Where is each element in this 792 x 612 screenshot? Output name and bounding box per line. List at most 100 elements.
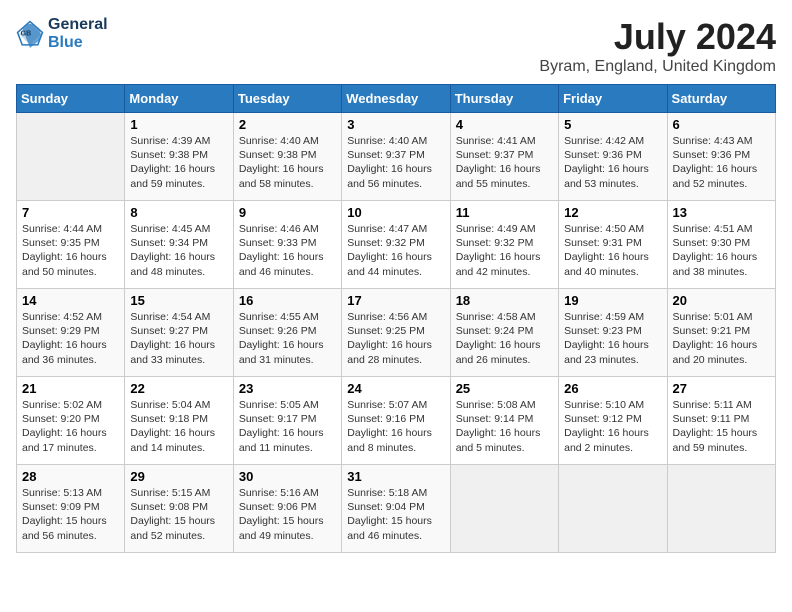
- day-number: 7: [22, 205, 119, 220]
- calendar-cell: 22Sunrise: 5:04 AMSunset: 9:18 PMDayligh…: [125, 377, 233, 465]
- month-year-title: July 2024: [539, 16, 776, 58]
- day-number: 9: [239, 205, 336, 220]
- day-number: 19: [564, 293, 661, 308]
- day-info: Sunrise: 5:13 AMSunset: 9:09 PMDaylight:…: [22, 486, 119, 543]
- calendar-cell: 13 Sunrise: 4:51 AMSunset: 9:30 PMDayligh…: [667, 201, 775, 289]
- calendar-cell: 21 Sunrise: 5:02 AMSunset: 9:20 PMDayligh…: [17, 377, 125, 465]
- calendar-cell: 15Sunrise: 4:54 AMSunset: 9:27 PMDayligh…: [125, 289, 233, 377]
- day-info: Sunrise: 5:07 AMSunset: 9:16 PMDaylight:…: [347, 398, 444, 455]
- calendar-cell: 16Sunrise: 4:55 AMSunset: 9:26 PMDayligh…: [233, 289, 341, 377]
- day-info: Sunrise: 4:52 AMSunset: 9:29 PMDaylight:…: [22, 310, 119, 367]
- day-number: 21: [22, 381, 119, 396]
- page-header: GB General Blue July 2024 Byram, England…: [16, 16, 776, 76]
- calendar-header: SundayMondayTuesdayWednesdayThursdayFrid…: [17, 85, 776, 113]
- weekday-header-saturday: Saturday: [667, 85, 775, 113]
- logo-icon: GB: [16, 20, 44, 48]
- day-number: 3: [347, 117, 444, 132]
- day-number: 22: [130, 381, 227, 396]
- day-info: Sunrise: 4:43 AMSunset: 9:36 PMDaylight:…: [673, 134, 770, 191]
- day-number: 26: [564, 381, 661, 396]
- day-number: 14: [22, 293, 119, 308]
- day-number: 18: [456, 293, 553, 308]
- day-number: 12: [564, 205, 661, 220]
- calendar-cell: 17Sunrise: 4:56 AMSunset: 9:25 PMDayligh…: [342, 289, 450, 377]
- day-info: Sunrise: 4:45 AMSunset: 9:34 PMDaylight:…: [130, 222, 227, 279]
- calendar-cell: 31 Sunrise: 5:18 AMSunset: 9:04 PMDayligh…: [342, 465, 450, 553]
- day-number: 8: [130, 205, 227, 220]
- day-info: Sunrise: 4:39 AMSunset: 9:38 PMDaylight:…: [130, 134, 227, 191]
- calendar-cell: 8 Sunrise: 4:45 AMSunset: 9:34 PMDaylight…: [125, 201, 233, 289]
- calendar-cell: 2Sunrise: 4:40 AMSunset: 9:38 PMDaylight…: [233, 113, 341, 201]
- day-info: Sunrise: 4:51 AMSunset: 9:30 PMDaylight:…: [673, 222, 770, 279]
- day-info: Sunrise: 4:41 AMSunset: 9:37 PMDaylight:…: [456, 134, 553, 191]
- calendar-cell: 29 Sunrise: 5:15 AMSunset: 9:08 PMDayligh…: [125, 465, 233, 553]
- day-number: 4: [456, 117, 553, 132]
- day-number: 15: [130, 293, 227, 308]
- day-info: Sunrise: 4:40 AMSunset: 9:37 PMDaylight:…: [347, 134, 444, 191]
- day-info: Sunrise: 5:18 AMSunset: 9:04 PMDaylight:…: [347, 486, 444, 543]
- day-info: Sunrise: 4:47 AMSunset: 9:32 PMDaylight:…: [347, 222, 444, 279]
- calendar-cell: 11Sunrise: 4:49 AMSunset: 9:32 PMDayligh…: [450, 201, 558, 289]
- day-info: Sunrise: 4:59 AMSunset: 9:23 PMDaylight:…: [564, 310, 661, 367]
- day-number: 2: [239, 117, 336, 132]
- day-number: 11: [456, 205, 553, 220]
- logo: GB General Blue: [16, 16, 108, 52]
- day-number: 24: [347, 381, 444, 396]
- calendar-cell: 10 Sunrise: 4:47 AMSunset: 9:32 PMDayligh…: [342, 201, 450, 289]
- location-subtitle: Byram, England, United Kingdom: [539, 58, 776, 76]
- day-number: 10: [347, 205, 444, 220]
- day-number: 1: [130, 117, 227, 132]
- calendar-cell: 4 Sunrise: 4:41 AMSunset: 9:37 PMDaylight…: [450, 113, 558, 201]
- day-number: 20: [673, 293, 770, 308]
- calendar-cell: 30 Sunrise: 5:16 AMSunset: 9:06 PMDayligh…: [233, 465, 341, 553]
- calendar-cell: [667, 465, 775, 553]
- day-number: 6: [673, 117, 770, 132]
- calendar-cell: [450, 465, 558, 553]
- day-number: 27: [673, 381, 770, 396]
- day-info: Sunrise: 4:44 AMSunset: 9:35 PMDaylight:…: [22, 222, 119, 279]
- day-number: 29: [130, 469, 227, 484]
- day-info: Sunrise: 5:15 AMSunset: 9:08 PMDaylight:…: [130, 486, 227, 543]
- day-info: Sunrise: 4:46 AMSunset: 9:33 PMDaylight:…: [239, 222, 336, 279]
- day-info: Sunrise: 5:02 AMSunset: 9:20 PMDaylight:…: [22, 398, 119, 455]
- day-info: Sunrise: 5:08 AMSunset: 9:14 PMDaylight:…: [456, 398, 553, 455]
- day-number: 25: [456, 381, 553, 396]
- svg-text:GB: GB: [21, 31, 32, 38]
- calendar-cell: 20 Sunrise: 5:01 AMSunset: 9:21 PMDayligh…: [667, 289, 775, 377]
- day-number: 13: [673, 205, 770, 220]
- calendar-cell: 23 Sunrise: 5:05 AMSunset: 9:17 PMDayligh…: [233, 377, 341, 465]
- weekday-header-sunday: Sunday: [17, 85, 125, 113]
- day-info: Sunrise: 4:42 AMSunset: 9:36 PMDaylight:…: [564, 134, 661, 191]
- calendar-cell: 24 Sunrise: 5:07 AMSunset: 9:16 PMDayligh…: [342, 377, 450, 465]
- day-number: 31: [347, 469, 444, 484]
- calendar-cell: 7 Sunrise: 4:44 AMSunset: 9:35 PMDaylight…: [17, 201, 125, 289]
- calendar-cell: 26 Sunrise: 5:10 AMSunset: 9:12 PMDayligh…: [559, 377, 667, 465]
- weekday-header-monday: Monday: [125, 85, 233, 113]
- day-info: Sunrise: 5:16 AMSunset: 9:06 PMDaylight:…: [239, 486, 336, 543]
- calendar-cell: 25 Sunrise: 5:08 AMSunset: 9:14 PMDayligh…: [450, 377, 558, 465]
- calendar-cell: 1 Sunrise: 4:39 AMSunset: 9:38 PMDaylight…: [125, 113, 233, 201]
- day-info: Sunrise: 4:56 AMSunset: 9:25 PMDaylight:…: [347, 310, 444, 367]
- day-info: Sunrise: 5:10 AMSunset: 9:12 PMDaylight:…: [564, 398, 661, 455]
- calendar-cell: 5Sunrise: 4:42 AMSunset: 9:36 PMDaylight…: [559, 113, 667, 201]
- day-info: Sunrise: 4:58 AMSunset: 9:24 PMDaylight:…: [456, 310, 553, 367]
- calendar-cell: 14 Sunrise: 4:52 AMSunset: 9:29 PMDayligh…: [17, 289, 125, 377]
- weekday-header-wednesday: Wednesday: [342, 85, 450, 113]
- day-info: Sunrise: 5:11 AMSunset: 9:11 PMDaylight:…: [673, 398, 770, 455]
- day-number: 28: [22, 469, 119, 484]
- day-number: 23: [239, 381, 336, 396]
- day-number: 30: [239, 469, 336, 484]
- weekday-header-tuesday: Tuesday: [233, 85, 341, 113]
- calendar-cell: [559, 465, 667, 553]
- calendar-cell: 9 Sunrise: 4:46 AMSunset: 9:33 PMDaylight…: [233, 201, 341, 289]
- calendar-cell: 3 Sunrise: 4:40 AMSunset: 9:37 PMDaylight…: [342, 113, 450, 201]
- calendar-cell: 6 Sunrise: 4:43 AMSunset: 9:36 PMDaylight…: [667, 113, 775, 201]
- calendar-cell: 27 Sunrise: 5:11 AMSunset: 9:11 PMDayligh…: [667, 377, 775, 465]
- day-info: Sunrise: 5:01 AMSunset: 9:21 PMDaylight:…: [673, 310, 770, 367]
- day-info: Sunrise: 5:05 AMSunset: 9:17 PMDaylight:…: [239, 398, 336, 455]
- calendar-cell: 19 Sunrise: 4:59 AMSunset: 9:23 PMDayligh…: [559, 289, 667, 377]
- weekday-header-thursday: Thursday: [450, 85, 558, 113]
- calendar-cell: 28 Sunrise: 5:13 AMSunset: 9:09 PMDayligh…: [17, 465, 125, 553]
- day-info: Sunrise: 4:50 AMSunset: 9:31 PMDaylight:…: [564, 222, 661, 279]
- title-area: July 2024 Byram, England, United Kingdom: [539, 16, 776, 76]
